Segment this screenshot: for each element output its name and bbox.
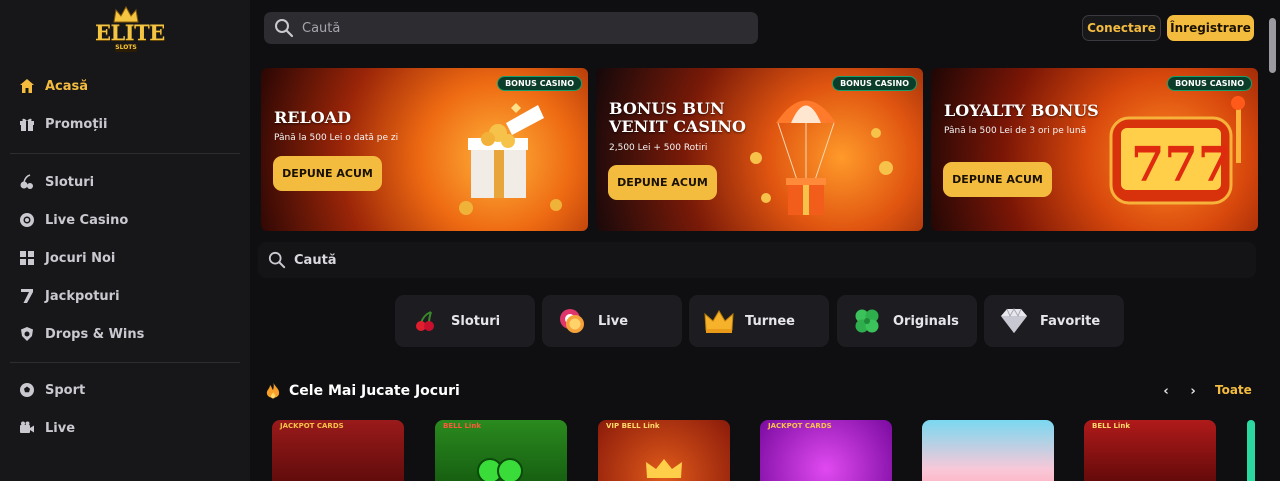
sidebar-item-label: Drops & Wins <box>45 326 145 342</box>
sidebar-item-live-casino[interactable]: Live Casino <box>18 209 128 231</box>
deposit-button[interactable]: DEPUNE ACUM <box>943 162 1052 197</box>
game-tile[interactable]: VIP BELL Link <box>598 420 730 481</box>
chevron-left-icon[interactable]: ‹ <box>1157 382 1175 400</box>
clover-icon <box>851 305 883 337</box>
sidebar-item-label: Sloturi <box>45 174 95 190</box>
banner-subtitle: Până la 500 Lei o dată pe zi <box>274 133 399 143</box>
sidebar-divider <box>10 362 240 363</box>
sidebar-item-live[interactable]: Live <box>18 417 75 439</box>
category-live[interactable]: Live <box>542 295 682 347</box>
category-originals[interactable]: Originals <box>837 295 977 347</box>
sidebar-item-label: Jackpoturi <box>45 288 120 304</box>
sidebar-divider <box>10 153 240 154</box>
category-label: Live <box>598 313 629 329</box>
sidebar-item-label: Acasă <box>45 78 89 94</box>
gift-box-illustration <box>459 103 562 215</box>
gift-icon <box>18 115 36 133</box>
status-badge: BONUS CASINO <box>832 76 917 91</box>
sidebar-item-label: Live <box>45 420 76 436</box>
status-badge: BONUS CASINO <box>497 76 582 91</box>
login-button[interactable]: Conectare <box>1082 15 1161 41</box>
banner-subtitle: Până la 500 Lei de 3 ori pe lună <box>944 126 1087 136</box>
section-title-row: Cele Mai Jucate Jocuri <box>265 381 460 401</box>
see-all-link[interactable]: Toate <box>1215 383 1252 397</box>
category-label: Favorite <box>1040 313 1101 329</box>
category-label: Originals <box>893 313 959 329</box>
category-label: Sloturi <box>451 313 501 329</box>
sidebar-item-label: Sport <box>45 382 86 398</box>
sidebar-item-acasa[interactable]: Acasă <box>18 75 88 97</box>
camera-icon <box>18 419 36 437</box>
slot-icon <box>18 173 36 191</box>
section-title: Cele Mai Jucate Jocuri <box>289 383 460 399</box>
chip-icon <box>18 211 36 229</box>
game-search-input[interactable]: Caută <box>258 242 1256 278</box>
slot-machine-illustration: 777 <box>1109 96 1245 205</box>
banner-welcome-bonus[interactable]: BONUS CASINO BONUS BUN VENIT CASINO 2,50… <box>596 68 923 231</box>
crown-icon <box>646 459 682 478</box>
elite-slots-logo[interactable]: ELITE SLOTS <box>95 6 165 52</box>
banner-title: RELOAD <box>274 108 351 127</box>
chip-icon <box>556 305 588 337</box>
game-logo: VIP BELL Link <box>606 422 660 430</box>
game-tile[interactable]: JACKPOT CARDS <box>760 420 892 481</box>
logo-sub: SLOTS <box>115 44 137 52</box>
search-input[interactable]: Caută <box>264 12 758 44</box>
fire-icon <box>266 382 280 399</box>
app-root: ELITE SLOTS Acasă Promoții Sloturi Live … <box>0 0 1280 481</box>
banner-subtitle: 2,500 Lei + 500 Rotiri <box>609 143 708 153</box>
banner-title: LOYALTY BONUS <box>944 101 1099 120</box>
seven-icon <box>18 287 36 305</box>
logo-word: ELITE <box>95 20 165 45</box>
sidebar: ELITE SLOTS Acasă Promoții Sloturi Live … <box>0 0 250 481</box>
game-logo: JACKPOT CARDS <box>280 422 344 430</box>
home-icon <box>18 77 36 95</box>
game-logo: JACKPOT CARDS <box>768 422 832 430</box>
category-label: Turnee <box>745 313 795 329</box>
category-favorite[interactable]: Favorite <box>984 295 1124 347</box>
sidebar-item-jocuri-noi[interactable]: Jocuri Noi <box>18 247 115 269</box>
search-icon <box>275 19 294 38</box>
banner-title: BONUS BUN VENIT CASINO <box>609 99 746 136</box>
sidebar-item-promotii[interactable]: Promoții <box>18 113 107 135</box>
game-tile[interactable] <box>922 420 1054 481</box>
status-badge: BONUS CASINO <box>1167 76 1252 91</box>
game-logo: BELL Link <box>443 422 481 430</box>
sidebar-item-jackpoturi[interactable]: Jackpoturi <box>18 285 120 307</box>
sidebar-item-label: Promoții <box>45 116 108 132</box>
deposit-button[interactable]: DEPUNE ACUM <box>608 165 717 200</box>
shield-icon <box>18 325 36 343</box>
sidebar-item-sport[interactable]: Sport <box>18 379 85 401</box>
game-logo: BELL Link <box>1092 422 1130 430</box>
register-button[interactable]: Înregistrare <box>1167 15 1254 41</box>
sidebar-item-label: Jocuri Noi <box>45 250 116 266</box>
search-placeholder: Caută <box>302 20 341 36</box>
svg-text:777: 777 <box>1131 137 1231 193</box>
category-sloturi[interactable]: Sloturi <box>395 295 535 347</box>
sidebar-item-sloturi[interactable]: Sloturi <box>18 171 94 193</box>
game-tile[interactable] <box>1247 420 1255 481</box>
chevron-right-icon[interactable]: › <box>1184 382 1202 400</box>
grid-icon <box>18 249 36 267</box>
game-tile[interactable]: BELL Link <box>1084 420 1216 481</box>
category-turnee[interactable]: Turnee <box>689 295 829 347</box>
sidebar-item-drops-wins[interactable]: Drops & Wins <box>18 323 144 345</box>
cherry-icon <box>409 305 441 337</box>
banner-loyalty-bonus[interactable]: 777 BONUS CASINO LOYALTY BONUS Până la 5… <box>931 68 1258 231</box>
parachute-gift-illustration <box>750 100 893 215</box>
search-icon <box>268 251 286 269</box>
football-icon <box>18 381 36 399</box>
game-search-placeholder: Caută <box>294 252 337 268</box>
game-tile[interactable]: JACKPOT CARDS <box>272 420 404 481</box>
diamond-icon <box>998 305 1030 337</box>
game-tile[interactable]: BELL Link <box>435 420 567 481</box>
deposit-button[interactable]: DEPUNE ACUM <box>273 156 382 191</box>
crown-icon <box>703 305 735 337</box>
banner-reload[interactable]: BONUS CASINO RELOAD Până la 500 Lei o da… <box>261 68 588 231</box>
scrollbar-thumb[interactable] <box>1269 18 1276 73</box>
clover-icon <box>477 458 523 481</box>
sidebar-item-label: Live Casino <box>45 212 129 228</box>
